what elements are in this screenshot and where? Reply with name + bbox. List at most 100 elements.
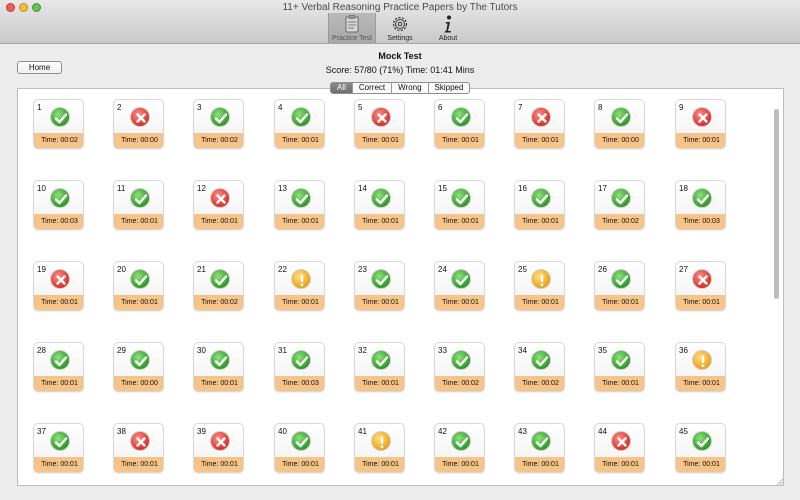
cross-icon [698,275,708,285]
question-tile[interactable]: 21 Time: 00:02 [193,261,244,311]
question-tile[interactable]: 35 Time: 00:01 [594,342,645,392]
question-tile[interactable]: 32 Time: 00:01 [354,342,405,392]
vertical-scrollbar[interactable] [774,109,779,299]
question-tile[interactable]: 33 Time: 00:02 [434,342,485,392]
question-tile[interactable]: 38 Time: 00:01 [113,423,164,473]
question-time: Time: 00:01 [355,133,404,148]
question-time: Time: 00:03 [676,214,725,229]
question-tile[interactable]: 39 Time: 00:01 [193,423,244,473]
question-grid: 1 Time: 00:02 2 Time: 00:00 3 Time: 00:02 4 Tim… [33,99,733,485]
question-number: 12 [197,184,206,193]
question-number: 18 [679,184,688,193]
results-panel: 1 Time: 00:02 2 Time: 00:00 3 Time: 00:02 4 Tim… [17,88,784,486]
filter-skipped[interactable]: Skipped [427,83,470,93]
check-icon [214,356,228,367]
question-tile[interactable]: 16 Time: 00:01 [514,180,565,230]
question-tile[interactable]: 9 Time: 00:01 [675,99,726,149]
question-tile[interactable]: 8 Time: 00:00 [594,99,645,149]
question-tile[interactable]: 6 Time: 00:01 [434,99,485,149]
question-tile[interactable]: 42 Time: 00:01 [434,423,485,473]
filter-wrong[interactable]: Wrong [391,83,427,93]
question-tile[interactable]: 28 Time: 00:01 [33,342,84,392]
question-number: 36 [679,346,688,355]
info-icon [444,15,451,33]
question-tile[interactable]: 24 Time: 00:01 [434,261,485,311]
question-tile[interactable]: 43 Time: 00:01 [514,423,565,473]
resize-grip-icon[interactable] [775,477,783,485]
wrong-status-badge [130,107,150,127]
question-tile[interactable]: 12 Time: 00:01 [193,180,244,230]
correct-status-badge [451,188,471,208]
question-tile[interactable]: 18 Time: 00:03 [675,180,726,230]
question-tile[interactable]: 29 Time: 00:00 [113,342,164,392]
question-time: Time: 00:01 [275,133,324,148]
question-number: 30 [197,346,206,355]
page-title: Mock Test [378,51,422,61]
question-time: Time: 00:01 [435,295,484,310]
question-tile[interactable]: 25 Time: 00:01 [514,261,565,311]
question-tile[interactable]: 22 Time: 00:01 [274,261,325,311]
correct-status-badge [50,350,70,370]
question-tile[interactable]: 14 Time: 00:01 [354,180,405,230]
correct-status-badge [291,188,311,208]
question-tile[interactable]: 45 Time: 00:01 [675,423,726,473]
question-number: 15 [438,184,447,193]
question-tile[interactable]: 19 Time: 00:01 [33,261,84,311]
check-icon [134,194,148,205]
question-tile[interactable]: 10 Time: 00:03 [33,180,84,230]
question-time: Time: 00:01 [114,295,163,310]
check-icon [455,194,469,205]
question-tile[interactable]: 3 Time: 00:02 [193,99,244,149]
correct-status-badge [291,431,311,451]
question-tile[interactable]: 17 Time: 00:02 [594,180,645,230]
question-number: 10 [37,184,46,193]
question-tile[interactable]: 4 Time: 00:01 [274,99,325,149]
toolbar-practice-test[interactable]: Practice Test [328,13,376,43]
question-tile[interactable]: 41 Time: 00:01 [354,423,405,473]
question-number: 39 [197,427,206,436]
question-tile[interactable]: 36 Time: 00:01 [675,342,726,392]
question-number: 40 [278,427,287,436]
check-icon [535,437,549,448]
question-tile[interactable]: 20 Time: 00:01 [113,261,164,311]
question-time: Time: 00:01 [275,295,324,310]
correct-status-badge [210,269,230,289]
toolbar-about[interactable]: About [424,13,472,43]
correct-status-badge [611,107,631,127]
filter-all[interactable]: All [331,83,352,93]
question-number: 37 [37,427,46,436]
correct-status-badge [692,188,712,208]
question-tile[interactable]: 37 Time: 00:01 [33,423,84,473]
question-tile[interactable]: 1 Time: 00:02 [33,99,84,149]
question-tile[interactable]: 2 Time: 00:00 [113,99,164,149]
question-number: 34 [518,346,527,355]
question-number: 7 [518,103,523,112]
question-time: Time: 00:01 [676,295,725,310]
question-number: 24 [438,265,447,274]
question-tile[interactable]: 40 Time: 00:01 [274,423,325,473]
question-tile[interactable]: 7 Time: 00:01 [514,99,565,149]
question-tile[interactable]: 15 Time: 00:01 [434,180,485,230]
wrong-status-badge [130,431,150,451]
question-tile[interactable]: 5 Time: 00:01 [354,99,405,149]
question-tile[interactable]: 13 Time: 00:01 [274,180,325,230]
question-number: 29 [117,346,126,355]
check-icon [54,194,68,205]
toolbar-settings[interactable]: Settings [376,13,424,43]
question-tile[interactable]: 23 Time: 00:01 [354,261,405,311]
question-tile[interactable]: 44 Time: 00:01 [594,423,645,473]
clipboard-icon [345,15,359,33]
question-time: Time: 00:01 [355,214,404,229]
cross-icon [698,113,708,123]
question-tile[interactable]: 34 Time: 00:02 [514,342,565,392]
question-tile[interactable]: 26 Time: 00:01 [594,261,645,311]
filter-correct[interactable]: Correct [351,83,391,93]
question-tile[interactable]: 27 Time: 00:01 [675,261,726,311]
question-tile[interactable]: 11 Time: 00:01 [113,180,164,230]
window-title: 11+ Verbal Reasoning Practice Papers by … [282,2,518,13]
question-tile[interactable]: 31 Time: 00:03 [274,342,325,392]
question-number: 21 [197,265,206,274]
question-tile[interactable]: 30 Time: 00:01 [193,342,244,392]
check-icon [615,275,629,286]
question-number: 5 [358,103,363,112]
